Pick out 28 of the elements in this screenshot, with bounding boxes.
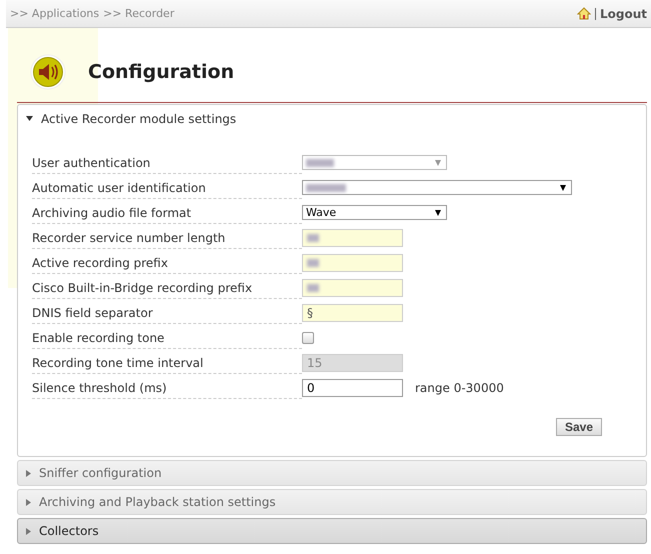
collapsed-arrow-icon xyxy=(26,470,31,476)
speaker-icon xyxy=(30,54,66,90)
save-button[interactable]: Save xyxy=(556,418,602,436)
input-field[interactable] xyxy=(302,228,403,246)
input-field[interactable] xyxy=(302,254,403,272)
expanded-arrow-icon xyxy=(26,116,33,121)
field-label: Automatic user identification xyxy=(32,176,302,199)
caret-icon xyxy=(560,184,566,190)
caret-icon xyxy=(435,160,441,166)
collapsed-arrow-icon xyxy=(26,498,31,506)
input-field[interactable]: § xyxy=(302,304,403,322)
page-title: Configuration xyxy=(88,61,234,83)
input-field[interactable]: 0 xyxy=(302,378,403,396)
field-label: Archiving audio file format xyxy=(32,201,302,224)
logout-link[interactable]: Logout xyxy=(600,6,647,20)
dropdown[interactable] xyxy=(302,180,572,195)
home-icon[interactable] xyxy=(576,7,591,20)
dropdown[interactable]: Wave xyxy=(302,205,447,220)
input-field[interactable] xyxy=(302,278,403,296)
caret-icon xyxy=(435,210,441,216)
section-header[interactable]: Sniffer configuration xyxy=(17,460,647,486)
section-header[interactable]: Collectors xyxy=(17,518,647,544)
field-label: Enable recording tone xyxy=(32,326,302,349)
field-label: User authentication xyxy=(32,151,302,174)
range-note: range 0-30000 xyxy=(415,380,504,394)
collapsed-arrow-icon xyxy=(26,528,31,534)
section-header[interactable]: Archiving and Playback station settings xyxy=(17,489,647,515)
checkbox[interactable] xyxy=(302,332,314,344)
